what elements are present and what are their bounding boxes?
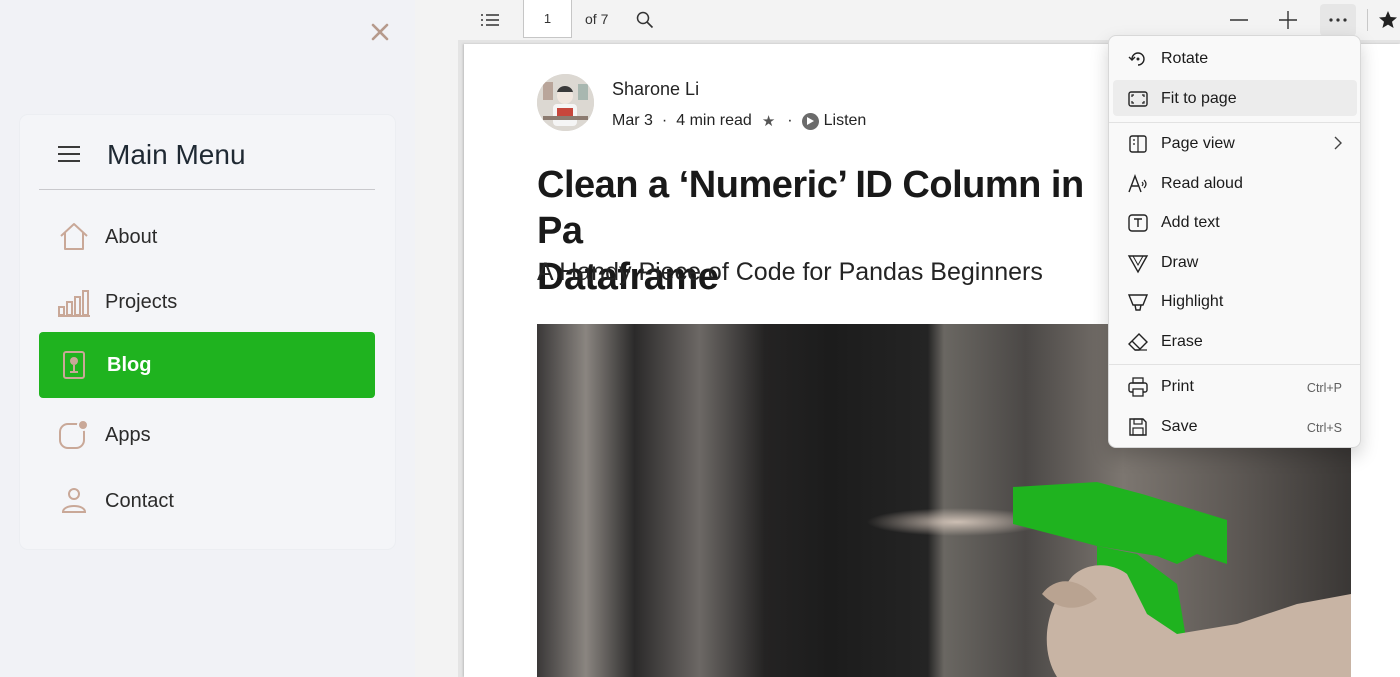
draw-icon: [1127, 252, 1149, 274]
menu-rotate[interactable]: Rotate: [1113, 40, 1357, 76]
menu-draw[interactable]: Draw: [1113, 244, 1357, 280]
menu-item-projects[interactable]: Projects: [39, 269, 375, 335]
read-time: 4 min read: [676, 112, 752, 129]
close-icon[interactable]: [366, 18, 394, 46]
shortcut-label: Ctrl+S: [1306, 421, 1342, 435]
menu-item-label: Apps: [105, 424, 151, 446]
search-icon[interactable]: [630, 4, 660, 36]
home-icon: [57, 220, 91, 254]
menu-item-label: About: [105, 226, 158, 248]
menu-item-label: Page view: [1161, 135, 1235, 152]
shortcut-label: Ctrl+P: [1306, 381, 1342, 395]
menu-item-label: Print: [1161, 378, 1194, 395]
favorite-icon[interactable]: [1376, 4, 1400, 36]
page-view-icon: [1127, 133, 1149, 155]
highlight-icon: [1127, 291, 1149, 313]
separator-dot: ·: [661, 112, 668, 129]
rotate-icon: [1127, 48, 1149, 70]
chevron-right-icon: [1331, 135, 1345, 151]
menu-highlight[interactable]: Highlight: [1113, 283, 1357, 319]
article-meta: Mar 3 · 4 min read ★ · Listen: [612, 112, 866, 130]
contents-icon[interactable]: [474, 4, 506, 36]
add-text-icon: [1127, 212, 1149, 234]
menu-erase[interactable]: Erase: [1113, 323, 1357, 359]
listen-link[interactable]: Listen: [824, 112, 867, 130]
user-icon: [57, 484, 91, 518]
menu-print[interactable]: Print Ctrl+P: [1113, 368, 1357, 404]
read-aloud-icon: [1127, 173, 1149, 195]
menu-item-label: Rotate: [1161, 50, 1209, 67]
menu-title: Main Menu: [107, 139, 246, 170]
menu-add-text[interactable]: Add text: [1113, 204, 1357, 240]
article-title-line: Clean a ‘Numeric’ ID Column in Pa: [537, 164, 1084, 252]
menu-page-view[interactable]: Page view: [1113, 125, 1357, 161]
menu-item-label: Read aloud: [1161, 175, 1243, 192]
play-icon[interactable]: [801, 112, 819, 130]
erase-icon: [1127, 331, 1149, 353]
menu-item-label: Blog: [107, 354, 152, 376]
menu-item-contact[interactable]: Contact: [39, 468, 375, 534]
menu-item-label: Contact: [105, 490, 174, 512]
page-number-input[interactable]: 1: [523, 0, 572, 38]
left-panel: Main Menu About Projects Blog Apps Conta…: [0, 0, 415, 677]
menu-separator: [1109, 122, 1360, 123]
hamburger-icon[interactable]: [58, 146, 80, 162]
save-icon: [1127, 416, 1149, 438]
menu-fit-to-page[interactable]: Fit to page: [1113, 80, 1357, 116]
menu-item-blog[interactable]: Blog: [39, 332, 375, 398]
separator-dot: ·: [787, 112, 793, 129]
bar-chart-icon: [57, 285, 91, 319]
main-menu-card: Main Menu About Projects Blog Apps Conta…: [20, 115, 395, 549]
menu-item-apps[interactable]: Apps: [39, 402, 375, 468]
menu-item-label: Erase: [1161, 333, 1203, 350]
menu-item-label: Highlight: [1161, 293, 1224, 310]
menu-item-label: Draw: [1161, 254, 1199, 271]
apps-icon: [57, 418, 91, 452]
menu-separator: [1109, 364, 1360, 365]
print-icon: [1127, 376, 1149, 398]
author-avatar: [537, 74, 594, 131]
menu-item-label: Projects: [105, 291, 178, 313]
fit-to-page-icon: [1127, 88, 1149, 110]
member-star-icon: ★: [761, 113, 776, 130]
zoom-in-icon[interactable]: [1273, 4, 1303, 36]
page-total-label: of 7: [585, 11, 609, 27]
menu-item-label: Add text: [1161, 214, 1220, 231]
menu-save[interactable]: Save Ctrl+S: [1113, 408, 1357, 444]
article-subtitle: A Handy Piece of Code for Pandas Beginne…: [537, 258, 1043, 286]
blog-icon: [57, 348, 91, 382]
toolbar-divider: [1367, 9, 1368, 31]
overflow-menu: Rotate Fit to page Page view Read aloud …: [1108, 35, 1361, 448]
menu-item-label: Fit to page: [1161, 90, 1237, 107]
zoom-out-icon[interactable]: [1224, 4, 1254, 36]
menu-header: Main Menu: [39, 115, 375, 190]
menu-item-label: Save: [1161, 418, 1198, 435]
menu-read-aloud[interactable]: Read aloud: [1113, 165, 1357, 201]
author-name[interactable]: Sharone Li: [612, 79, 699, 100]
publish-date: Mar 3: [612, 112, 653, 129]
menu-item-about[interactable]: About: [39, 204, 375, 270]
more-options-icon[interactable]: [1320, 4, 1356, 36]
